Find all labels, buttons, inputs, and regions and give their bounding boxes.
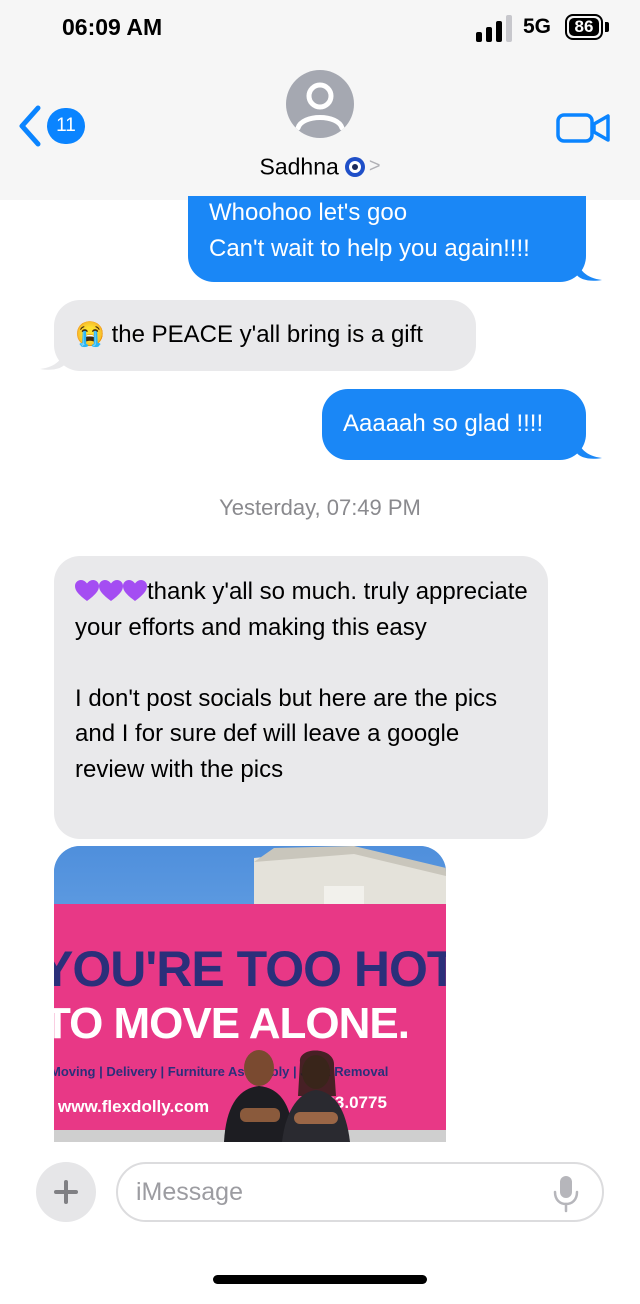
status-bar: 06:09 AM 5G 86 xyxy=(0,0,640,58)
bubble-tail xyxy=(576,434,602,459)
message-text: Whoohoo let's goo Can't wait to help you… xyxy=(209,199,530,262)
received-message-bubble[interactable]: 😭 the PEACE y'all bring is a gift xyxy=(54,300,476,371)
photo-attachment[interactable]: YOU'RE TOO HOT TO MOVE ALONE. Moving | D… xyxy=(54,846,446,1142)
message-timestamp: Yesterday, 07:49 PM xyxy=(219,495,421,520)
evil-eye-emoji-icon xyxy=(344,156,365,177)
received-message-bubble[interactable]: thank y'all so much. truly appreciate yo… xyxy=(54,556,548,839)
bubble-tail xyxy=(576,256,602,281)
purple-heart-emoji-icon xyxy=(99,580,123,601)
chevron-left-icon xyxy=(19,105,41,147)
battery-icon: 86 xyxy=(565,14,603,40)
banner-line2: TO MOVE ALONE. xyxy=(54,999,409,1048)
person-icon xyxy=(295,82,345,131)
signal-icon xyxy=(476,14,516,42)
battery-tip xyxy=(605,22,609,32)
status-time: 06:09 AM xyxy=(62,14,163,40)
contact-name-row[interactable]: Sadhna > xyxy=(0,152,640,180)
avatar[interactable] xyxy=(286,70,354,138)
network-type: 5G xyxy=(523,15,552,38)
purple-heart-emoji-icon xyxy=(123,580,147,601)
sent-message-bubble[interactable]: Aaaaah so glad !!!! xyxy=(322,389,586,460)
microphone-icon[interactable] xyxy=(552,1174,580,1214)
message-text: the PEACE y'all bring is a gift xyxy=(111,321,423,348)
moving-banner-image: YOU'RE TOO HOT TO MOVE ALONE. Moving | D… xyxy=(54,846,446,1142)
back-button[interactable]: 11 xyxy=(14,100,104,150)
message-text: thank y'all so much. truly appreciate yo… xyxy=(75,578,528,783)
plus-icon[interactable] xyxy=(36,1162,96,1222)
video-call-icon[interactable] xyxy=(556,110,612,146)
unread-count-badge: 11 xyxy=(47,108,85,144)
sent-message-bubble[interactable]: Whoohoo let's goo Can't wait to help you… xyxy=(188,196,586,282)
contact-name: Sadhna xyxy=(259,153,339,180)
banner-line1: YOU'RE TOO HOT xyxy=(54,941,446,997)
message-text: Aaaaah so glad !!!! xyxy=(343,410,544,437)
chevron-right-icon: > xyxy=(368,155,381,178)
conversation-header: 11 Sadhna > xyxy=(0,58,640,200)
banner-website: www.flexdolly.com xyxy=(57,1097,209,1116)
message-input-placeholder: iMessage xyxy=(136,1178,243,1206)
battery-level: 86 xyxy=(574,17,594,36)
purple-heart-emoji-icon xyxy=(75,580,99,601)
crying-face-emoji-icon: 😭 xyxy=(75,321,105,348)
message-input[interactable]: iMessage xyxy=(116,1162,604,1222)
banner-services: Moving | Delivery | Furniture Assembly |… xyxy=(54,1064,388,1079)
home-indicator[interactable] xyxy=(213,1275,427,1284)
